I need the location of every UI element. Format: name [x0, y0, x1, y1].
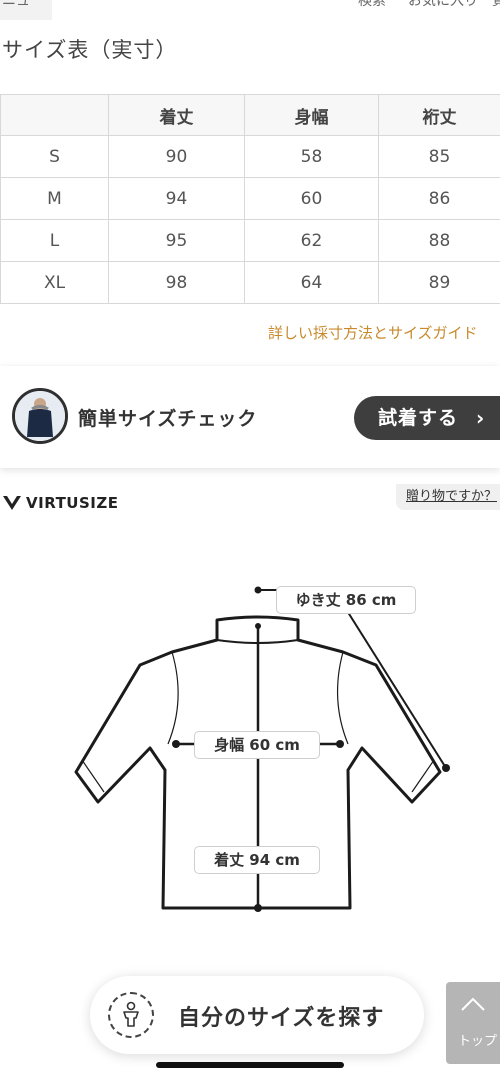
top-nav-bar: ニュー 検索 お気に入り一覧: [0, 0, 500, 22]
try-on-label: 試着する: [378, 407, 459, 429]
size-guide-link[interactable]: 詳しい採寸方法とサイズガイド: [268, 322, 478, 343]
table-cell: 98: [108, 261, 245, 304]
model-avatar: [12, 388, 68, 444]
find-my-size-button[interactable]: 自分のサイズを探す: [90, 976, 424, 1054]
header-cell: [0, 94, 109, 136]
size-check-card: 簡単サイズチェック 試着する ›: [0, 366, 500, 468]
garment-diagram: ゆき丈 86 cm 身幅 60 cm 着丈 94 cm: [0, 560, 500, 940]
table-cell: 85: [378, 135, 500, 178]
menu-tab[interactable]: ニュー: [0, 0, 52, 20]
table-cell: 58: [244, 135, 379, 178]
home-indicator: [156, 1062, 344, 1068]
size-table-header: 着丈 身幅 裄丈: [0, 94, 500, 136]
person-icon: [123, 1001, 139, 1027]
size-check-label: 簡単サイズチェック: [78, 408, 258, 430]
menu-tab-label: ニュー: [2, 0, 44, 9]
table-row: S 90 58 85: [0, 135, 500, 178]
header-cell: 着丈: [108, 94, 245, 136]
size-cell: S: [0, 135, 109, 178]
header-cell: 身幅: [244, 94, 379, 136]
table-cell: 90: [108, 135, 245, 178]
table-cell: 86: [378, 177, 500, 220]
body-measure-icon: [108, 992, 154, 1038]
size-table: 着丈 身幅 裄丈 S 90 58 85 M 94 60 86 L 95 62 8…: [0, 94, 500, 304]
chevron-up-icon: [461, 997, 485, 1011]
table-cell: 60: [244, 177, 379, 220]
virtusize-v-icon: [3, 496, 21, 510]
gift-question-tab[interactable]: 贈り物ですか？: [396, 484, 500, 510]
size-cell: XL: [0, 261, 109, 304]
chevron-right-icon: ›: [476, 406, 486, 430]
nav-search-link[interactable]: 検索: [358, 0, 386, 10]
table-row: L 95 62 88: [0, 219, 500, 262]
scroll-to-top-label: トップ: [458, 1034, 498, 1049]
size-chart-title: サイズ表（実寸）: [2, 38, 178, 62]
nav-favorite-link[interactable]: お気に入り一覧: [408, 0, 500, 10]
table-row: M 94 60 86: [0, 177, 500, 220]
size-cell: L: [0, 219, 109, 262]
table-cell: 95: [108, 219, 245, 262]
table-row: XL 98 64 89: [0, 261, 500, 304]
table-cell: 89: [378, 261, 500, 304]
gift-question-label: 贈り物ですか？: [406, 489, 498, 504]
sleeve-length-label: ゆき丈 86 cm: [276, 586, 416, 614]
find-my-size-label: 自分のサイズを探す: [178, 1006, 385, 1031]
scroll-to-top-button[interactable]: トップ: [446, 982, 500, 1064]
body-width-label: 身幅 60 cm: [194, 731, 320, 759]
virtusize-logo: VIRTUSIZE: [2, 494, 119, 512]
table-cell: 62: [244, 219, 379, 262]
try-on-button[interactable]: 試着する ›: [354, 396, 500, 440]
size-cell: M: [0, 177, 109, 220]
body-length-label: 着丈 94 cm: [194, 846, 320, 874]
table-cell: 88: [378, 219, 500, 262]
table-cell: 94: [108, 177, 245, 220]
table-cell: 64: [244, 261, 379, 304]
model-figure-icon: [15, 391, 65, 441]
header-cell: 裄丈: [378, 94, 500, 136]
virtusize-logo-text: VIRTUSIZE: [26, 494, 119, 512]
